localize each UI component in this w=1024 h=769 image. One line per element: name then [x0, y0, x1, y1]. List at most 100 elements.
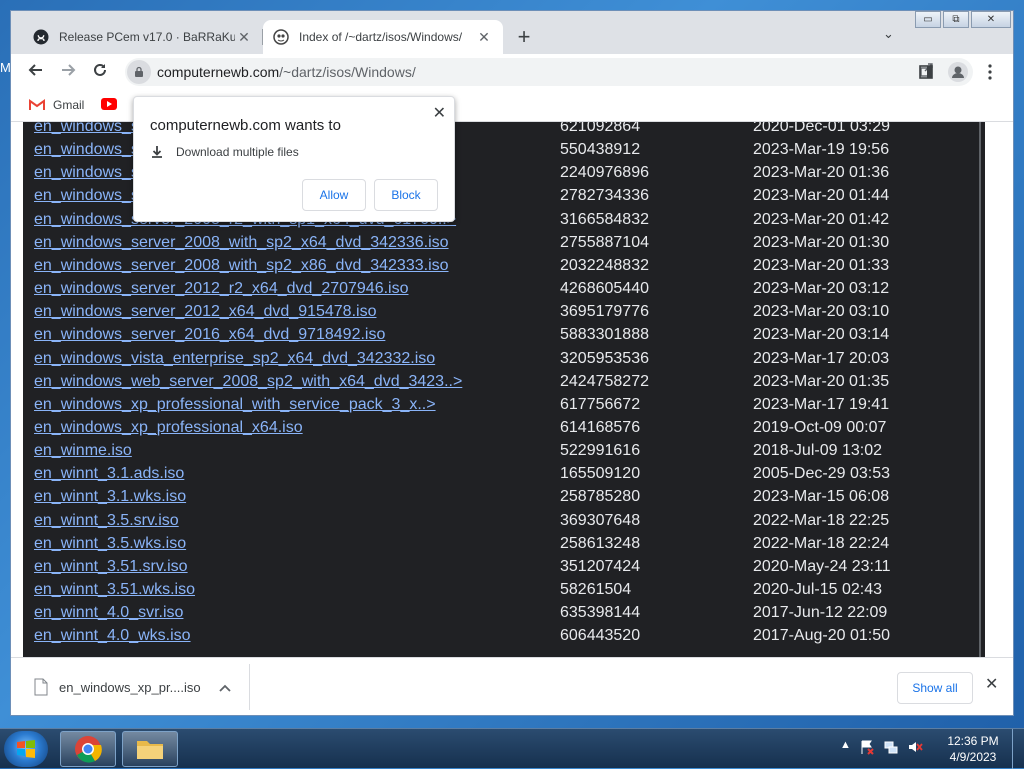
file-size: 258613248 — [560, 534, 641, 552]
tab-strip: Release PCem v17.0 · BaRRaKudaRain/PCem-… — [11, 11, 1013, 54]
show-all-button[interactable]: Show all — [897, 672, 973, 704]
file-link[interactable]: en_winnt_3.5.srv.iso — [34, 512, 179, 530]
file-link[interactable]: en_winnt_3.51.srv.iso — [34, 558, 188, 576]
file-size: 522991616 — [560, 442, 641, 460]
listing-row: en_winnt_3.51.wks.iso 58261504 2020-Jul-15… — [23, 581, 985, 604]
taskbar-explorer[interactable] — [122, 731, 178, 767]
show-desktop-button[interactable] — [1012, 729, 1024, 769]
file-link[interactable]: en_windows_xp_professional_x64.iso — [34, 419, 303, 437]
tray-expand-icon[interactable]: ▲ — [840, 739, 851, 755]
file-link[interactable]: en_winnt_3.1.wks.iso — [34, 488, 186, 506]
file-date: 2023-Mar-20 03:12 — [753, 280, 890, 298]
download-icon — [152, 146, 162, 158]
file-date: 2023-Mar-20 01:36 — [753, 164, 890, 182]
toolbar-right — [915, 61, 1001, 83]
close-window-button[interactable]: ✕ — [971, 11, 1011, 28]
file-link[interactable]: en_winnt_4.0_svr.iso — [34, 604, 183, 622]
file-date: 2022-Mar-18 22:24 — [753, 534, 890, 552]
profile-avatar[interactable] — [947, 61, 969, 83]
download-item[interactable]: en_windows_xp_pr....iso — [33, 674, 249, 700]
youtube-icon — [101, 98, 117, 110]
folder-icon — [137, 741, 163, 759]
file-link[interactable]: en_windows_server_2012_x64_dvd_915478.is… — [34, 303, 376, 321]
file-size: 550438912 — [560, 141, 641, 159]
file-link[interactable]: en_winnt_3.5.wks.iso — [34, 535, 186, 553]
allow-button[interactable]: Allow — [302, 179, 366, 211]
file-link[interactable]: en_winnt_3.51.wks.iso — [34, 581, 195, 599]
file-date: 2023-Mar-20 03:10 — [753, 303, 890, 321]
file-link[interactable]: en_windows_web_server_2008_sp2_with_x64_… — [34, 373, 462, 391]
file-link[interactable]: en_windows_xp_professional_with_service_… — [34, 396, 436, 414]
tab-search-button[interactable]: ⌄ — [883, 26, 894, 42]
site-icon — [273, 29, 289, 45]
action-center-flag-icon[interactable] — [859, 739, 875, 755]
tab-close-icon[interactable]: ✕ — [475, 29, 493, 46]
file-size: 5883301888 — [560, 326, 649, 344]
volume-muted-icon[interactable] — [907, 739, 923, 755]
file-date: 2023-Mar-19 19:56 — [753, 141, 890, 159]
file-date: 2023-Mar-15 06:08 — [753, 488, 890, 506]
forward-arrow-icon — [62, 64, 76, 76]
file-date: 2017-Jun-12 22:09 — [753, 604, 888, 622]
chevron-up-icon[interactable] — [219, 680, 231, 695]
file-date: 2020-May-24 23:11 — [753, 557, 891, 575]
gmail-icon — [29, 99, 45, 110]
tab-close-icon[interactable]: ✕ — [235, 29, 253, 46]
file-link[interactable]: en_windows_vista_enterprise_sp2_x64_dvd_… — [34, 350, 435, 368]
listing-row: en_windows_xp_professional_x64.iso 614168… — [23, 419, 985, 442]
clock[interactable]: 12:36 PM 4/9/2023 — [936, 733, 1010, 765]
restore-button[interactable]: ⧉ — [943, 11, 969, 28]
back-arrow-icon — [28, 64, 42, 76]
url-text: computernewb.com/~dartz/isos/Windows/ — [157, 64, 416, 80]
bookmark-youtube[interactable] — [101, 98, 117, 110]
file-link[interactable]: en_windows_server_2008_with_sp2_x86_dvd_… — [34, 257, 449, 275]
block-button[interactable]: Block — [374, 179, 438, 211]
file-date: 2005-Dec-29 03:53 — [753, 465, 890, 483]
popup-title: computernewb.com wants to — [150, 117, 341, 134]
minimize-button[interactable]: ▭ — [915, 11, 941, 28]
download-separator — [249, 664, 250, 710]
network-icon[interactable] — [883, 739, 899, 755]
file-link[interactable]: en_winnt_4.0_wks.iso — [34, 627, 191, 645]
file-link[interactable]: en_windows_server_2016_x64_dvd_9718492.i… — [34, 326, 385, 344]
tab-github-release[interactable]: Release PCem v17.0 · BaRRaKudaRain/PCem-… — [23, 20, 263, 54]
url-path: /~dartz/isos/Windows/ — [279, 64, 416, 80]
clock-date: 4/9/2023 — [949, 750, 997, 764]
side-panel-icon[interactable] — [915, 61, 937, 83]
tab-title: Release PCem v17.0 · BaRRaKudaRain/PCem-… — [59, 30, 235, 44]
menu-kebab-icon[interactable] — [979, 61, 1001, 83]
reload-icon — [94, 63, 106, 76]
new-tab-button[interactable]: + — [511, 24, 537, 50]
bookmark-gmail[interactable]: Gmail — [29, 98, 84, 112]
start-button[interactable] — [4, 731, 48, 767]
forward-button[interactable] — [57, 61, 79, 83]
lock-icon[interactable] — [127, 60, 151, 84]
file-date: 2023-Mar-20 01:35 — [753, 372, 890, 390]
file-size: 258785280 — [560, 488, 641, 506]
file-size: 614168576 — [560, 418, 641, 436]
tab-index-windows[interactable]: Index of /~dartz/isos/Windows/ ✕ — [263, 20, 503, 54]
file-link[interactable]: en_winnt_3.1.ads.iso — [34, 465, 184, 483]
file-link[interactable]: en_winme.iso — [34, 442, 132, 460]
file-size: 369307648 — [560, 511, 641, 529]
file-link[interactable]: en_windows_server_2008_with_sp2_x64_dvd_… — [34, 234, 449, 252]
file-date: 2017-Aug-20 01:50 — [753, 627, 890, 645]
file-date: 2022-Mar-18 22:25 — [753, 511, 890, 529]
window-controls: ▭ ⧉ ✕ — [915, 11, 1013, 29]
popup-close-icon[interactable]: ✕ — [433, 103, 446, 123]
file-link[interactable]: en_windows_server_2012_r2_x64_dvd_270794… — [34, 280, 409, 298]
system-tray: ▲ — [840, 739, 923, 755]
file-size: 165509120 — [560, 465, 641, 483]
file-date: 2019-Oct-09 00:07 — [753, 418, 887, 436]
file-date: 2023-Mar-20 01:30 — [753, 233, 890, 251]
listing-row: en_winme.iso 522991616 2018-Jul-09 13:02 — [23, 442, 985, 465]
listing-row: en_windows_server_2012_x64_dvd_915478.is… — [23, 303, 985, 326]
close-shelf-icon[interactable]: ✕ — [985, 674, 998, 694]
reload-button[interactable] — [89, 61, 111, 83]
back-button[interactable] — [25, 61, 47, 83]
listing-row: en_windows_xp_professional_with_service_… — [23, 396, 985, 419]
bookmark-label: Gmail — [53, 98, 85, 112]
address-bar[interactable]: computernewb.com/~dartz/isos/Windows/ — [125, 58, 973, 86]
listing-row: en_winnt_3.1.ads.iso 165509120 2005-Dec-29… — [23, 465, 985, 488]
taskbar-chrome[interactable] — [60, 731, 116, 767]
